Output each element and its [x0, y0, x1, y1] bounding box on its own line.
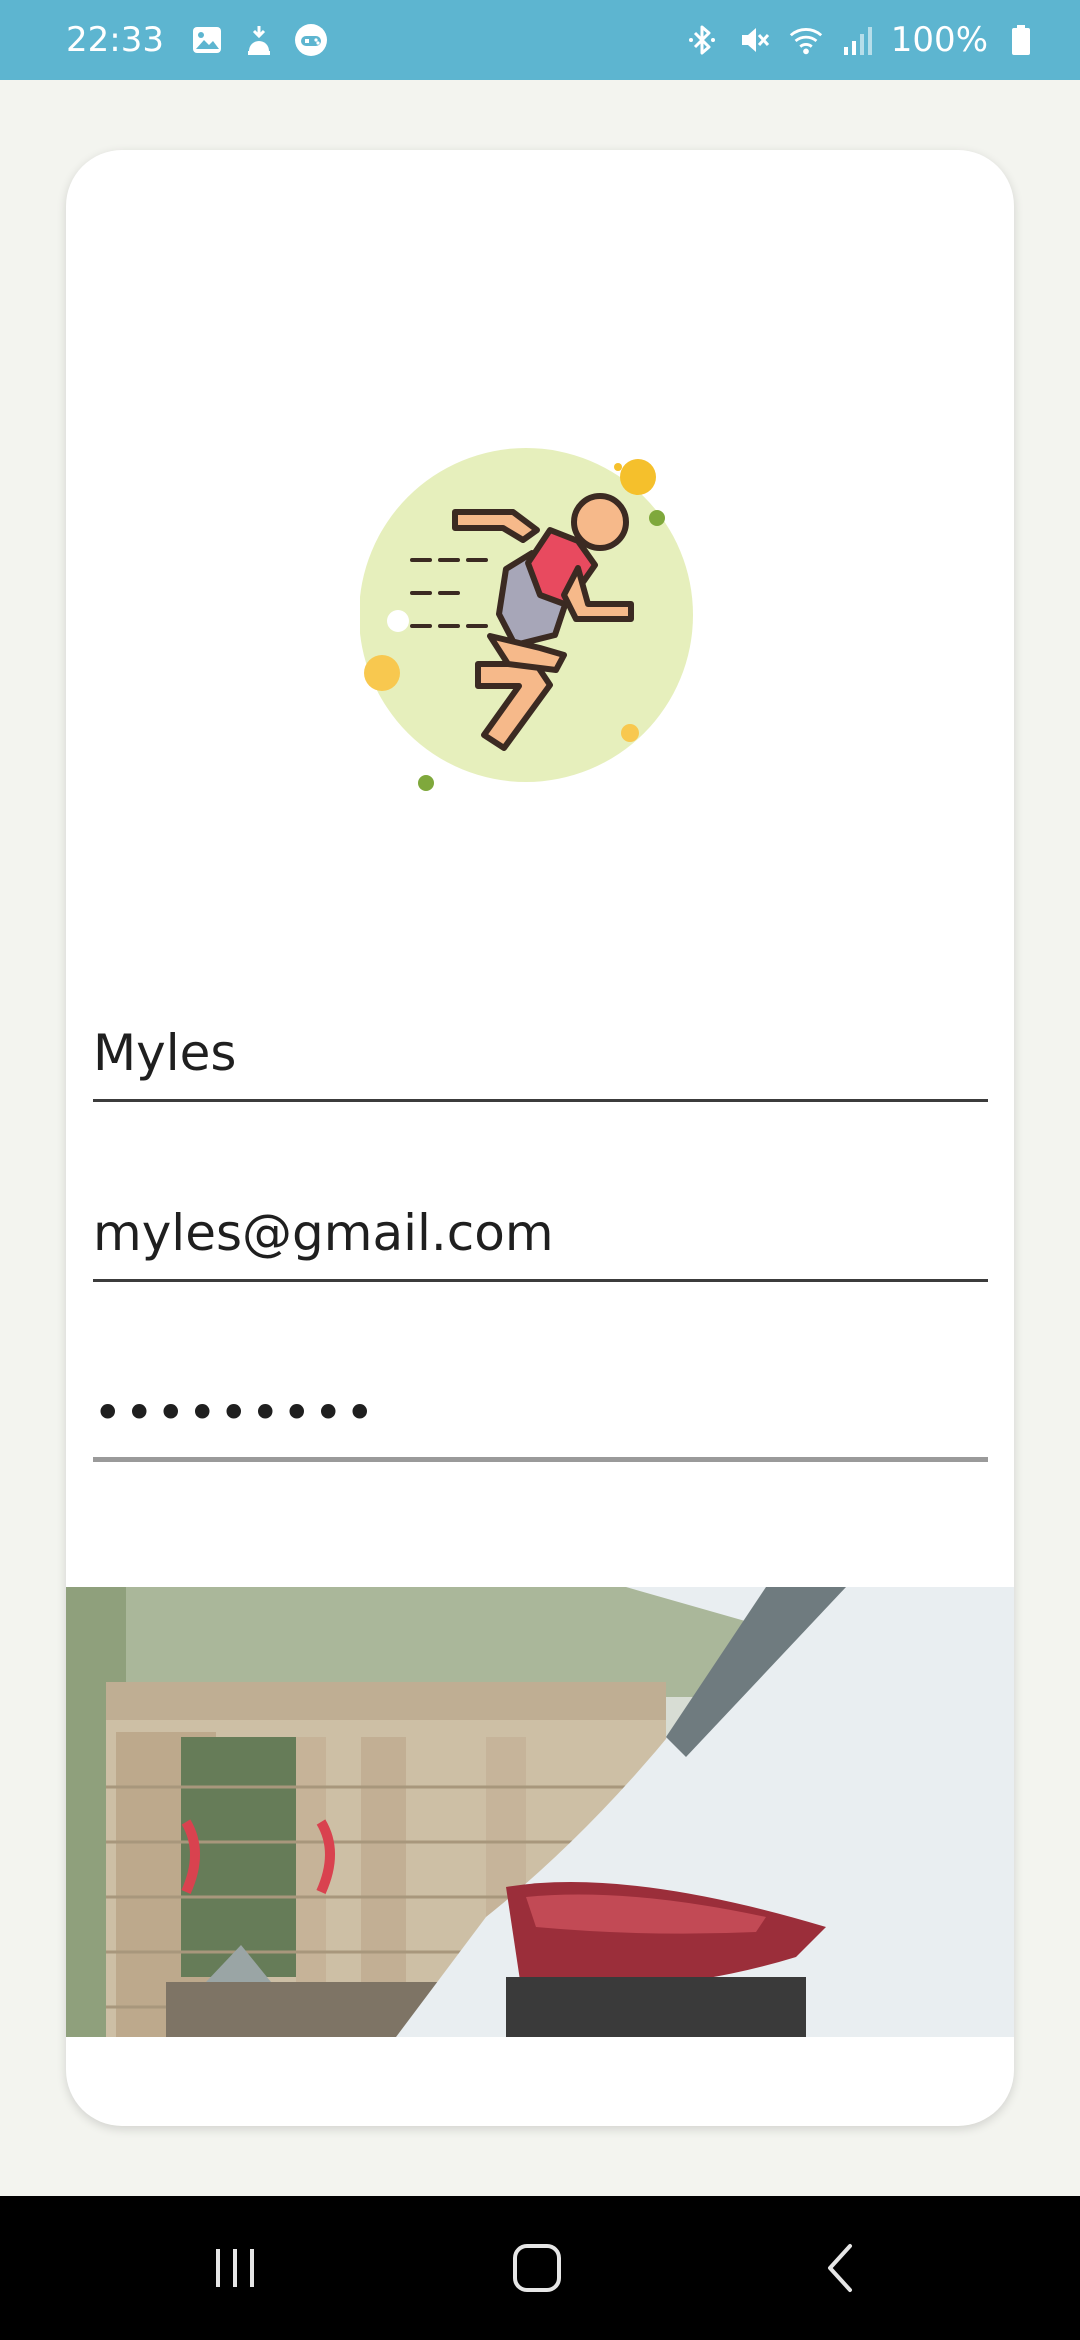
wifi-icon — [787, 21, 825, 59]
status-left-group: 22:33 — [66, 20, 330, 60]
camera-photo — [66, 1587, 1014, 2037]
status-right-group: 100% — [683, 20, 1040, 60]
status-bar: 22:33 100% — [0, 0, 1080, 80]
recents-icon[interactable] — [195, 2232, 275, 2304]
android-update-icon — [240, 21, 278, 59]
back-icon[interactable] — [800, 2232, 880, 2304]
running-person-icon — [359, 430, 740, 810]
battery-icon — [1002, 21, 1040, 59]
status-time: 22:33 — [66, 20, 164, 60]
bluetooth-icon — [683, 21, 721, 59]
signal-icon — [839, 21, 877, 59]
game-controller-icon — [292, 21, 330, 59]
battery-percent: 100% — [890, 20, 988, 60]
gallery-icon — [188, 21, 226, 59]
system-nav-bar — [0, 2196, 1080, 2340]
password-field[interactable]: ••••••••• — [93, 1378, 988, 1462]
home-icon[interactable] — [497, 2232, 577, 2304]
name-field[interactable]: Myles — [93, 1018, 988, 1102]
mute-icon — [735, 21, 773, 59]
signup-card: Myles myles@gmail.com ••••••••• — [66, 150, 1014, 2126]
email-field[interactable]: myles@gmail.com — [93, 1198, 988, 1282]
